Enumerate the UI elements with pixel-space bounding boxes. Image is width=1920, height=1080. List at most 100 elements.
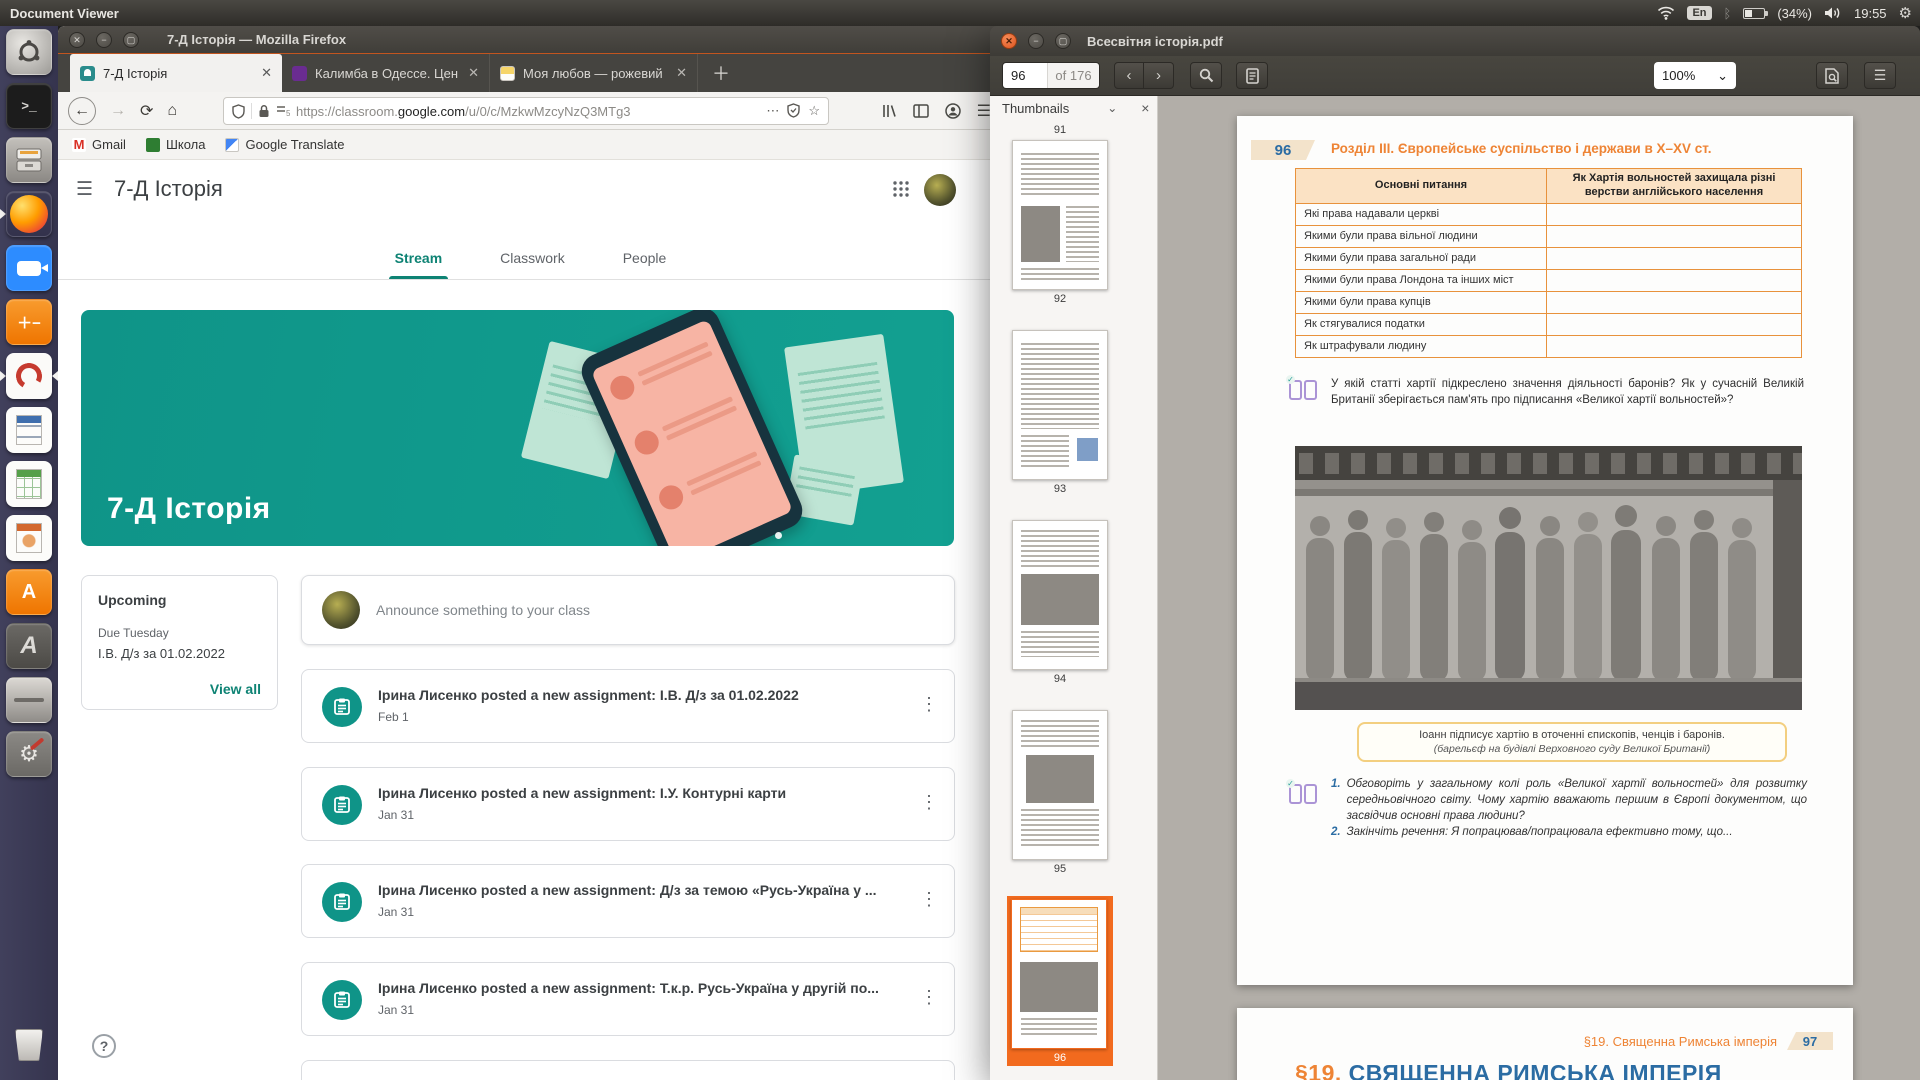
tab-moya-lyubov[interactable]: Моя любов — рожевий ✕ (490, 54, 698, 92)
pdf-page-view[interactable]: 96 Розділ III. Європейське суспільство і… (1158, 96, 1920, 1080)
tab-kalimba[interactable]: Калимба в Одессе. Цен ✕ (282, 54, 490, 92)
calculator-launcher[interactable]: ＋− (6, 299, 52, 345)
post-options-icon[interactable]: ⋮ (920, 987, 938, 1008)
libreoffice-calc-launcher[interactable] (6, 461, 52, 507)
upcoming-card: Upcoming Due Tuesday І.В. Д/з за 01.02.2… (81, 575, 278, 710)
stream-post[interactable]: Ірина Лисенко posted a new assignment: Д… (301, 864, 955, 938)
close-window-icon[interactable]: ✕ (1001, 33, 1017, 49)
previous-page-icon[interactable]: ‹ (1114, 62, 1144, 89)
bookmark-school[interactable]: Школа (146, 137, 206, 152)
forward-button[interactable]: → (110, 102, 126, 120)
classroom-menu-icon[interactable]: ☰ (76, 178, 93, 201)
clock[interactable]: 19:55 (1854, 6, 1887, 21)
document-viewer-launcher[interactable] (6, 353, 52, 399)
tab-close-icon[interactable]: ✕ (261, 65, 272, 81)
session-menu-icon[interactable]: ⚙ (1899, 4, 1912, 22)
tab-close-icon[interactable]: ✕ (676, 65, 687, 81)
pdf-titlebar[interactable]: ✕ − ▢ Всесвітня історія.pdf (990, 26, 1920, 56)
sidebar-toggle-icon[interactable] (913, 104, 929, 118)
keyboard-layout-indicator[interactable]: En (1687, 6, 1711, 20)
view-all-link[interactable]: View all (210, 681, 261, 697)
course-title[interactable]: 7-Д Історія (114, 176, 223, 202)
reload-button[interactable]: ⟳ (140, 101, 153, 121)
sidebar-heading[interactable]: Thumbnails (1002, 101, 1069, 116)
thumbnail-page-91[interactable]: 91 (1010, 121, 1110, 136)
thumbnail-page-93[interactable]: 93 (1010, 330, 1110, 495)
bookmark-gmail[interactable]: MGmail (72, 137, 126, 152)
firefox-launcher[interactable] (6, 191, 52, 237)
overflow-icon[interactable]: ⋯ (766, 103, 779, 119)
url-text[interactable]: https://classroom.google.com/u/0/c/MzkwM… (296, 104, 631, 119)
ubuntu-software-launcher[interactable]: A (6, 569, 52, 615)
post-options-icon[interactable]: ⋮ (920, 694, 938, 715)
account-icon[interactable] (945, 103, 961, 119)
thumbnail-page-94[interactable]: 94 (1010, 520, 1110, 685)
tab-close-icon[interactable]: ✕ (468, 65, 479, 81)
stream-post[interactable]: Ірина Лисенко posted a new assignment: І… (301, 767, 955, 841)
trash-icon[interactable] (6, 1022, 52, 1068)
tab-stream[interactable]: Stream (395, 238, 442, 279)
sidebar-dropdown-icon[interactable]: ⌄ (1107, 101, 1117, 115)
sidebar-close-icon[interactable]: × (1141, 100, 1149, 116)
libreoffice-writer-launcher[interactable] (6, 407, 52, 453)
post-options-icon[interactable]: ⋮ (920, 889, 938, 910)
thumbnail-page-95[interactable]: 95 (1010, 710, 1110, 875)
battery-icon[interactable] (1743, 8, 1765, 19)
account-avatar[interactable] (924, 174, 956, 206)
announce-box[interactable]: Announce something to your class (301, 575, 955, 645)
page-number-chip: 97 (1787, 1032, 1833, 1050)
page-preview-icon[interactable] (1816, 62, 1848, 89)
search-icon[interactable] (1190, 62, 1222, 89)
bookmark-google-translate[interactable]: Google Translate (225, 137, 344, 152)
volume-icon[interactable] (1824, 6, 1842, 20)
file-manager-launcher[interactable] (6, 137, 52, 183)
tab-people[interactable]: People (623, 238, 667, 279)
home-button[interactable]: ⌂ (167, 102, 177, 120)
stream-post-partial[interactable] (301, 1060, 955, 1080)
help-button[interactable]: ? (92, 1034, 116, 1058)
google-apps-grid-icon[interactable] (892, 180, 910, 198)
back-button[interactable]: ← (68, 97, 96, 125)
zoom-launcher[interactable] (6, 245, 52, 291)
upcoming-assignment-link[interactable]: І.В. Д/з за 01.02.2022 (98, 646, 261, 661)
new-tab-button[interactable]: ＋ (698, 54, 744, 92)
thumbnail-page-92[interactable]: 92 (1010, 140, 1110, 305)
disks-launcher[interactable] (6, 677, 52, 723)
libreoffice-impress-launcher[interactable] (6, 515, 52, 561)
post-options-icon[interactable]: ⋮ (920, 792, 938, 813)
firefox-titlebar[interactable]: ✕ − ▢ 7-Д Історія — Mozilla Firefox (58, 26, 1003, 54)
tracking-protection-icon[interactable] (232, 104, 245, 119)
stream-post[interactable]: Ірина Лисенко posted a new assignment: І… (301, 669, 955, 743)
url-bar[interactable]: 5 https://classroom.google.com/u/0/c/Mzk… (223, 97, 829, 125)
app-menu-icon[interactable]: ☰ (1864, 62, 1896, 89)
next-page-icon[interactable]: › (1144, 62, 1174, 89)
zoom-level-select[interactable]: 100%⌄ (1654, 62, 1736, 89)
tab-classwork[interactable]: Classwork (500, 238, 565, 279)
terminal-launcher[interactable]: >_ (6, 83, 52, 129)
minimize-window-icon[interactable]: − (1028, 33, 1044, 49)
page-number-control[interactable]: 96 of 176 (1002, 62, 1100, 89)
thumbnail-page-96-selected[interactable]: 96 (1007, 896, 1113, 1066)
bookmark-star-icon[interactable]: ☆ (808, 103, 820, 119)
wifi-icon[interactable] (1657, 6, 1675, 20)
dash-home-button[interactable] (6, 29, 52, 75)
close-window-icon[interactable]: ✕ (69, 32, 85, 48)
bluetooth-icon[interactable]: ᛒ (1724, 6, 1732, 21)
site-info-icon[interactable]: 5 (276, 105, 290, 117)
shield-check-icon[interactable] (787, 103, 800, 119)
site-favicon (500, 66, 515, 81)
stream-post[interactable]: Ірина Лисенко posted a new assignment: Т… (301, 962, 955, 1036)
question-text: У якій статті хартії підкреслено значенн… (1331, 376, 1804, 409)
maximize-window-icon[interactable]: ▢ (1055, 33, 1071, 49)
page-current-input[interactable]: 96 (1003, 63, 1047, 88)
maximize-window-icon[interactable]: ▢ (123, 32, 139, 48)
lock-icon[interactable] (258, 104, 270, 118)
library-icon[interactable] (881, 103, 897, 119)
minimize-window-icon[interactable]: − (96, 32, 112, 48)
menu-icon[interactable]: ☰ (977, 101, 991, 121)
table-row: Якими були права загальної ради (1296, 247, 1547, 269)
annotations-icon[interactable] (1236, 62, 1268, 89)
settings-launcher[interactable]: ⚙ (6, 731, 52, 777)
tab-classroom[interactable]: 7-Д Історія ✕ (70, 54, 282, 92)
app-a-launcher[interactable]: A (6, 623, 52, 669)
